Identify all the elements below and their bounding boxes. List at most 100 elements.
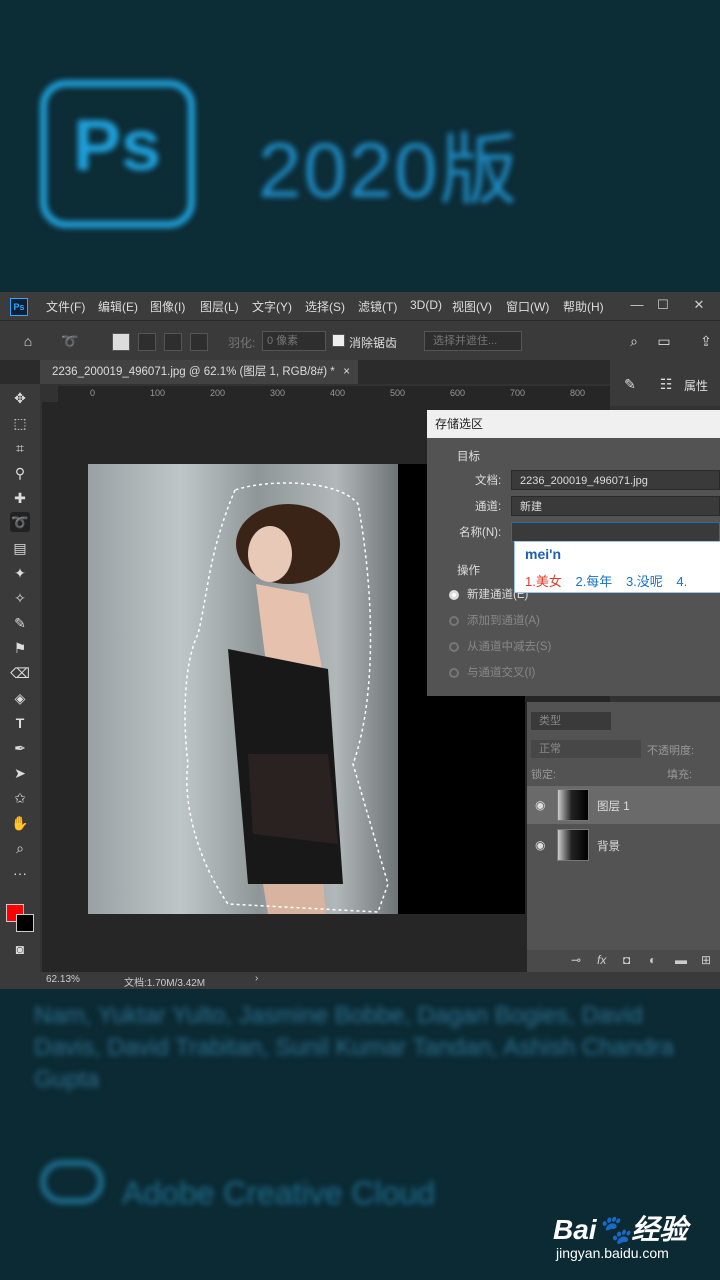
ps-splash-logo: Ps [40, 80, 195, 228]
menu-help[interactable]: 帮助(H) [563, 298, 604, 315]
stamp-tool-icon[interactable]: ⚑ [10, 638, 30, 658]
add-to-channel-radio[interactable]: 添加到通道(A) [449, 612, 540, 628]
status-bar: 62.13% 文档:1.70M/3.42M › [0, 972, 720, 989]
layer-thumbnail [557, 789, 589, 821]
visibility-eye-icon[interactable]: ◉ [535, 798, 549, 812]
ime-candidate[interactable]: 4. [676, 574, 687, 589]
menu-bar: Ps 文件(F) 编辑(E) 图像(I) 图层(L) 文字(Y) 选择(S) 滤… [0, 292, 720, 320]
ime-candidates: 1.美女 2.每年 3.没呢 4. [525, 571, 697, 590]
hand-tool-icon[interactable]: ✋ [10, 813, 30, 833]
subtract-from-channel-radio[interactable]: 从通道中减去(S) [449, 638, 551, 654]
visibility-eye-icon[interactable]: ◉ [535, 838, 549, 852]
ime-candidate[interactable]: 2.每年 [575, 574, 612, 589]
quick-mask-icon[interactable]: ◙ [10, 939, 30, 959]
link-icon[interactable]: ⊸ [571, 953, 581, 967]
intersect-channel-radio[interactable]: 与通道交叉(I) [449, 664, 535, 680]
ruler-tick: 600 [450, 388, 466, 398]
document-tab[interactable]: 2236_200019_496071.jpg @ 62.1% (图层 1, RG… [40, 360, 358, 384]
antialias-checkbox[interactable] [332, 334, 345, 347]
tab-close-icon[interactable]: × [343, 360, 350, 384]
fx-icon[interactable]: fx [597, 953, 606, 967]
type-tool-icon[interactable]: T [10, 713, 30, 733]
horizontal-ruler: 0 100 200 300 400 500 600 700 800 [58, 386, 610, 402]
move-tool-icon[interactable]: ✥ [10, 388, 30, 408]
feather-label: 羽化: [228, 336, 256, 350]
properties-icon[interactable]: ☷ [656, 374, 676, 394]
intersect-selection-icon[interactable] [190, 333, 208, 351]
blend-mode-select[interactable]: 正常 [531, 740, 641, 758]
workspace-icon[interactable]: ▭ [654, 331, 674, 351]
channel-select[interactable]: 新建 [511, 496, 720, 516]
zoom-tool-icon[interactable]: ⌕ [10, 838, 30, 858]
document-tab-bar: 2236_200019_496071.jpg @ 62.1% (图层 1, RG… [0, 360, 610, 384]
doc-select[interactable]: 2236_200019_496071.jpg [511, 470, 720, 490]
antialias-label: 消除锯齿 [349, 336, 398, 350]
home-icon[interactable]: ⌂ [18, 331, 38, 351]
status-arrow-icon[interactable]: › [255, 973, 258, 984]
pen-tool-icon[interactable]: ✒ [10, 738, 30, 758]
minimize-button[interactable]: — [626, 295, 648, 315]
layer-row[interactable]: ◉ 背景 [527, 826, 720, 864]
ime-candidate[interactable]: 3.没呢 [626, 574, 663, 589]
layers-panel: 类型 正常 不透明度: 锁定: 填充: ◉ 图层 1 ◉ 背景 ⊸ fx ◘ ◐… [527, 702, 720, 972]
more-tools-icon[interactable]: ··· [10, 863, 30, 883]
target-section-label: 目标 [457, 451, 480, 463]
properties-tab[interactable]: 属性 [684, 377, 708, 394]
ime-candidate-window: mei'n 1.美女 2.每年 3.没呢 4. [514, 541, 720, 593]
healing-tool-icon[interactable]: ✚ [10, 488, 30, 508]
layer-name: 背景 [597, 841, 620, 853]
eraser-tool-icon[interactable]: ⌫ [10, 663, 30, 683]
ime-candidate[interactable]: 1.美女 [525, 574, 562, 589]
ps-logo-text: Ps [73, 106, 162, 186]
mask-icon[interactable]: ◘ [623, 953, 630, 967]
path-select-tool-icon[interactable]: ➤ [10, 763, 30, 783]
zoom-level[interactable]: 62.13% [46, 974, 80, 985]
search-icon[interactable]: ⌕ [624, 331, 644, 351]
subtract-selection-icon[interactable] [164, 333, 182, 351]
creative-cloud-icon [40, 1160, 104, 1204]
brush-tool-icon[interactable]: ✎ [10, 613, 30, 633]
fill-label: 填充: [667, 769, 693, 781]
menu-3d[interactable]: 3D(D) [410, 298, 442, 312]
new-selection-icon[interactable] [112, 333, 130, 351]
brush-panel-icon[interactable]: ✎ [620, 374, 640, 394]
menu-select[interactable]: 选择(S) [305, 298, 345, 315]
add-selection-icon[interactable] [138, 333, 156, 351]
background-color-swatch[interactable] [16, 914, 34, 932]
adjustment-icon[interactable]: ◐ [649, 953, 656, 967]
ime-input-text: mei'n [525, 546, 562, 562]
menu-filter[interactable]: 滤镜(T) [358, 298, 397, 315]
eyedropper-tool-icon[interactable]: ⚲ [10, 463, 30, 483]
menu-window[interactable]: 窗口(W) [506, 298, 549, 315]
marquee-tool-icon[interactable]: ⬚ [10, 413, 30, 433]
menu-layer[interactable]: 图层(L) [200, 298, 239, 315]
menu-view[interactable]: 视图(V) [452, 298, 492, 315]
creative-cloud-text: Adobe Creative Cloud [122, 1175, 436, 1211]
ruler-tick: 100 [150, 388, 166, 398]
maximize-button[interactable]: ☐ [652, 295, 674, 315]
select-mask-button[interactable]: 选择并遮住... [424, 331, 522, 351]
layer-row[interactable]: ◉ 图层 1 [527, 786, 720, 824]
lasso-preset-icon[interactable]: ➰ [60, 331, 80, 351]
feather-input[interactable]: 0 像素 [262, 331, 326, 351]
menu-type[interactable]: 文字(Y) [252, 298, 292, 315]
menu-image[interactable]: 图像(I) [150, 298, 185, 315]
folder-icon[interactable]: ▬ [675, 953, 687, 967]
close-window-button[interactable]: ✕ [688, 295, 710, 315]
woman-photo [184, 482, 389, 914]
photo-layer [88, 464, 398, 914]
new-layer-icon[interactable]: ⊞ [701, 953, 711, 967]
layer-name: 图层 1 [597, 801, 630, 813]
crop-tool-icon[interactable]: ⌗ [10, 438, 30, 458]
layer-filter-input[interactable]: 类型 [531, 712, 611, 730]
menu-file[interactable]: 文件(F) [46, 298, 85, 315]
lasso-tool-icon[interactable]: ➰ [10, 512, 30, 532]
share-icon[interactable]: ⇪ [696, 331, 716, 351]
gradient-tool-icon[interactable]: ▤ [10, 538, 30, 558]
name-input[interactable] [511, 522, 720, 542]
paint-bucket-tool-icon[interactable]: ◈ [10, 688, 30, 708]
menu-edit[interactable]: 编辑(E) [98, 298, 138, 315]
magic-wand-tool-icon[interactable]: ✦ [10, 563, 30, 583]
quick-select-tool-icon[interactable]: ✧ [10, 588, 30, 608]
shape-tool-icon[interactable]: ✩ [10, 788, 30, 808]
